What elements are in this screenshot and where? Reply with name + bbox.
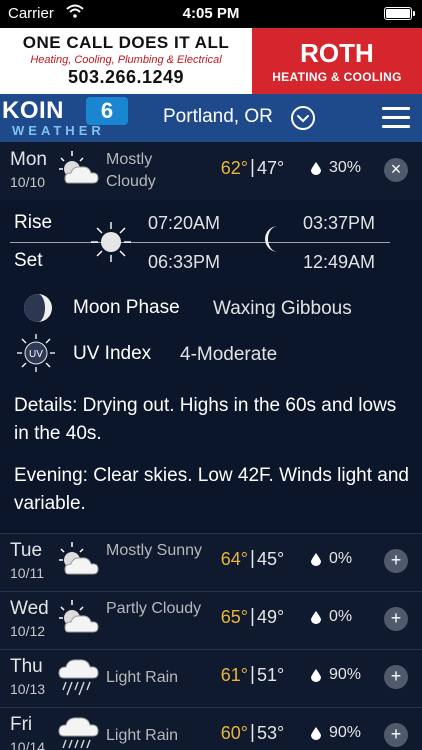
temp-separator: |	[250, 548, 255, 569]
ad-banner[interactable]: ONE CALL DOES IT ALL Heating, Cooling, P…	[0, 28, 422, 94]
raindrop-icon	[311, 669, 321, 682]
logo-six: 6	[86, 97, 128, 125]
ad-brand-block: ROTH HEATING & COOLING	[252, 28, 422, 94]
precip-chance: 0%	[329, 608, 353, 625]
high-temp: 61°	[220, 665, 248, 685]
condition-text: Mostly Cloudy	[106, 151, 156, 190]
app-header: KOIN 6 WEATHER Portland, OR	[0, 94, 422, 142]
raindrop-icon	[311, 611, 321, 624]
ad-brand: ROTH	[300, 38, 374, 68]
status-bar: Carrier 4:05 PM	[0, 0, 422, 28]
uv-index-value: 4-Moderate	[180, 344, 278, 365]
clock: 4:05 PM	[182, 5, 240, 22]
moonset-time: 12:49AM	[303, 252, 376, 272]
sun-icon	[91, 222, 131, 262]
moon-icon	[265, 226, 278, 252]
precip-chance: 90%	[329, 724, 362, 741]
ad-brand-sub: HEATING & COOLING	[272, 70, 402, 84]
day-name: Fri	[10, 714, 33, 735]
high-temp: 64°	[220, 549, 248, 569]
rain-cloud-icon	[58, 717, 99, 749]
high-temp: 65°	[220, 607, 248, 627]
day-name: Thu	[10, 656, 43, 677]
expand-button[interactable]: +	[384, 549, 408, 573]
high-temp: 60°	[220, 723, 248, 743]
sun-moon-divider	[10, 242, 390, 243]
raindrop-icon	[311, 162, 321, 175]
moon-phase-label: Moon Phase	[73, 297, 180, 318]
forecast-row-tue[interactable]: Tue 10/11 Mostly Sunny 64° | 45° 0% +	[0, 533, 422, 591]
condition-text: Light Rain	[106, 669, 179, 686]
high-temp: 62°	[220, 158, 248, 178]
day-details-panel: Rise Set 07:20AM 06:33PM 03:37PM 12:49AM…	[0, 200, 422, 533]
low-temp: 47°	[257, 158, 285, 178]
partly-cloudy-icon	[59, 151, 99, 184]
details-text: Details: Drying out. Highs in the 60s an…	[14, 395, 397, 444]
chevron-down-icon[interactable]	[291, 106, 315, 130]
precip-chance: 90%	[329, 666, 362, 683]
temp-separator: |	[250, 664, 255, 685]
low-temp: 53°	[257, 723, 285, 743]
forecast-row-thu[interactable]: Thu 10/13 Light Rain 61° | 51° 90% +	[0, 649, 422, 707]
precip-chance: 0%	[329, 550, 353, 567]
collapse-button[interactable]: ×	[384, 158, 408, 182]
battery-icon	[384, 7, 415, 20]
sunset-time: 06:33PM	[148, 252, 221, 272]
uv-index-icon: UV	[17, 334, 55, 372]
temp-separator: |	[250, 606, 255, 627]
rain-cloud-icon	[58, 659, 99, 696]
day-name: Mon	[10, 149, 47, 170]
hamburger-menu-icon[interactable]	[382, 107, 410, 129]
logo-weather: WEATHER	[12, 123, 105, 138]
partly-cloudy-icon	[59, 600, 99, 633]
day-name: Tue	[10, 540, 43, 561]
rise-label: Rise	[14, 212, 53, 233]
location-label[interactable]: Portland, OR	[163, 106, 273, 128]
partly-cloudy-icon	[59, 542, 99, 575]
low-temp: 51°	[257, 665, 285, 685]
sunrise-time: 07:20AM	[148, 213, 221, 233]
forecast-row-wed[interactable]: Wed 10/12 Partly Cloudy 65° | 49° 0% +	[0, 591, 422, 649]
low-temp: 45°	[257, 549, 285, 569]
temp-separator: |	[250, 157, 255, 178]
svg-text:UV: UV	[29, 349, 43, 360]
moonrise-time: 03:37PM	[303, 213, 376, 233]
forecast-row-mon[interactable]: Mon 10/10 Mostly Cloudy 62° | 47° 30% ×	[0, 142, 422, 200]
forecast-row-fri[interactable]: Fri 10/14 Light Rain 60° | 53° 90% +	[0, 707, 422, 750]
ad-phone: 503.266.1249	[67, 67, 185, 87]
uv-index-label: UV Index	[73, 343, 152, 364]
ad-headline: ONE CALL DOES IT ALL	[22, 33, 230, 52]
day-date: 10/13	[10, 681, 46, 697]
condition-text: Mostly Sunny	[106, 542, 203, 559]
logo-koin: KOIN	[2, 97, 64, 124]
raindrop-icon	[311, 727, 321, 740]
moon-phase-value: Waxing Gibbous	[213, 298, 352, 319]
condition-text: Light Rain	[106, 727, 179, 744]
day-date: 10/14	[10, 739, 46, 750]
day-date: 10/10	[10, 174, 46, 190]
day-date: 10/12	[10, 623, 46, 639]
moon-phase-icon	[24, 294, 52, 322]
low-temp: 49°	[257, 607, 285, 627]
condition-text: Partly Cloudy	[106, 600, 202, 617]
temp-separator: |	[250, 722, 255, 743]
evening-text: Evening: Clear skies. Low 42F. Winds lig…	[14, 465, 409, 514]
set-label: Set	[14, 250, 43, 271]
expand-button[interactable]: +	[384, 665, 408, 689]
ad-text-block: ONE CALL DOES IT ALL Heating, Cooling, P…	[0, 28, 252, 94]
raindrop-icon	[311, 553, 321, 566]
ad-services: Heating, Cooling, Plumbing & Electrical	[30, 54, 222, 66]
precip-chance: 30%	[329, 159, 362, 176]
expand-button[interactable]: +	[384, 607, 408, 631]
koin6-weather-logo: KOIN 6 WEATHER	[2, 97, 134, 139]
day-name: Wed	[10, 598, 49, 619]
day-date: 10/11	[10, 565, 44, 581]
expand-button[interactable]: +	[384, 723, 408, 747]
